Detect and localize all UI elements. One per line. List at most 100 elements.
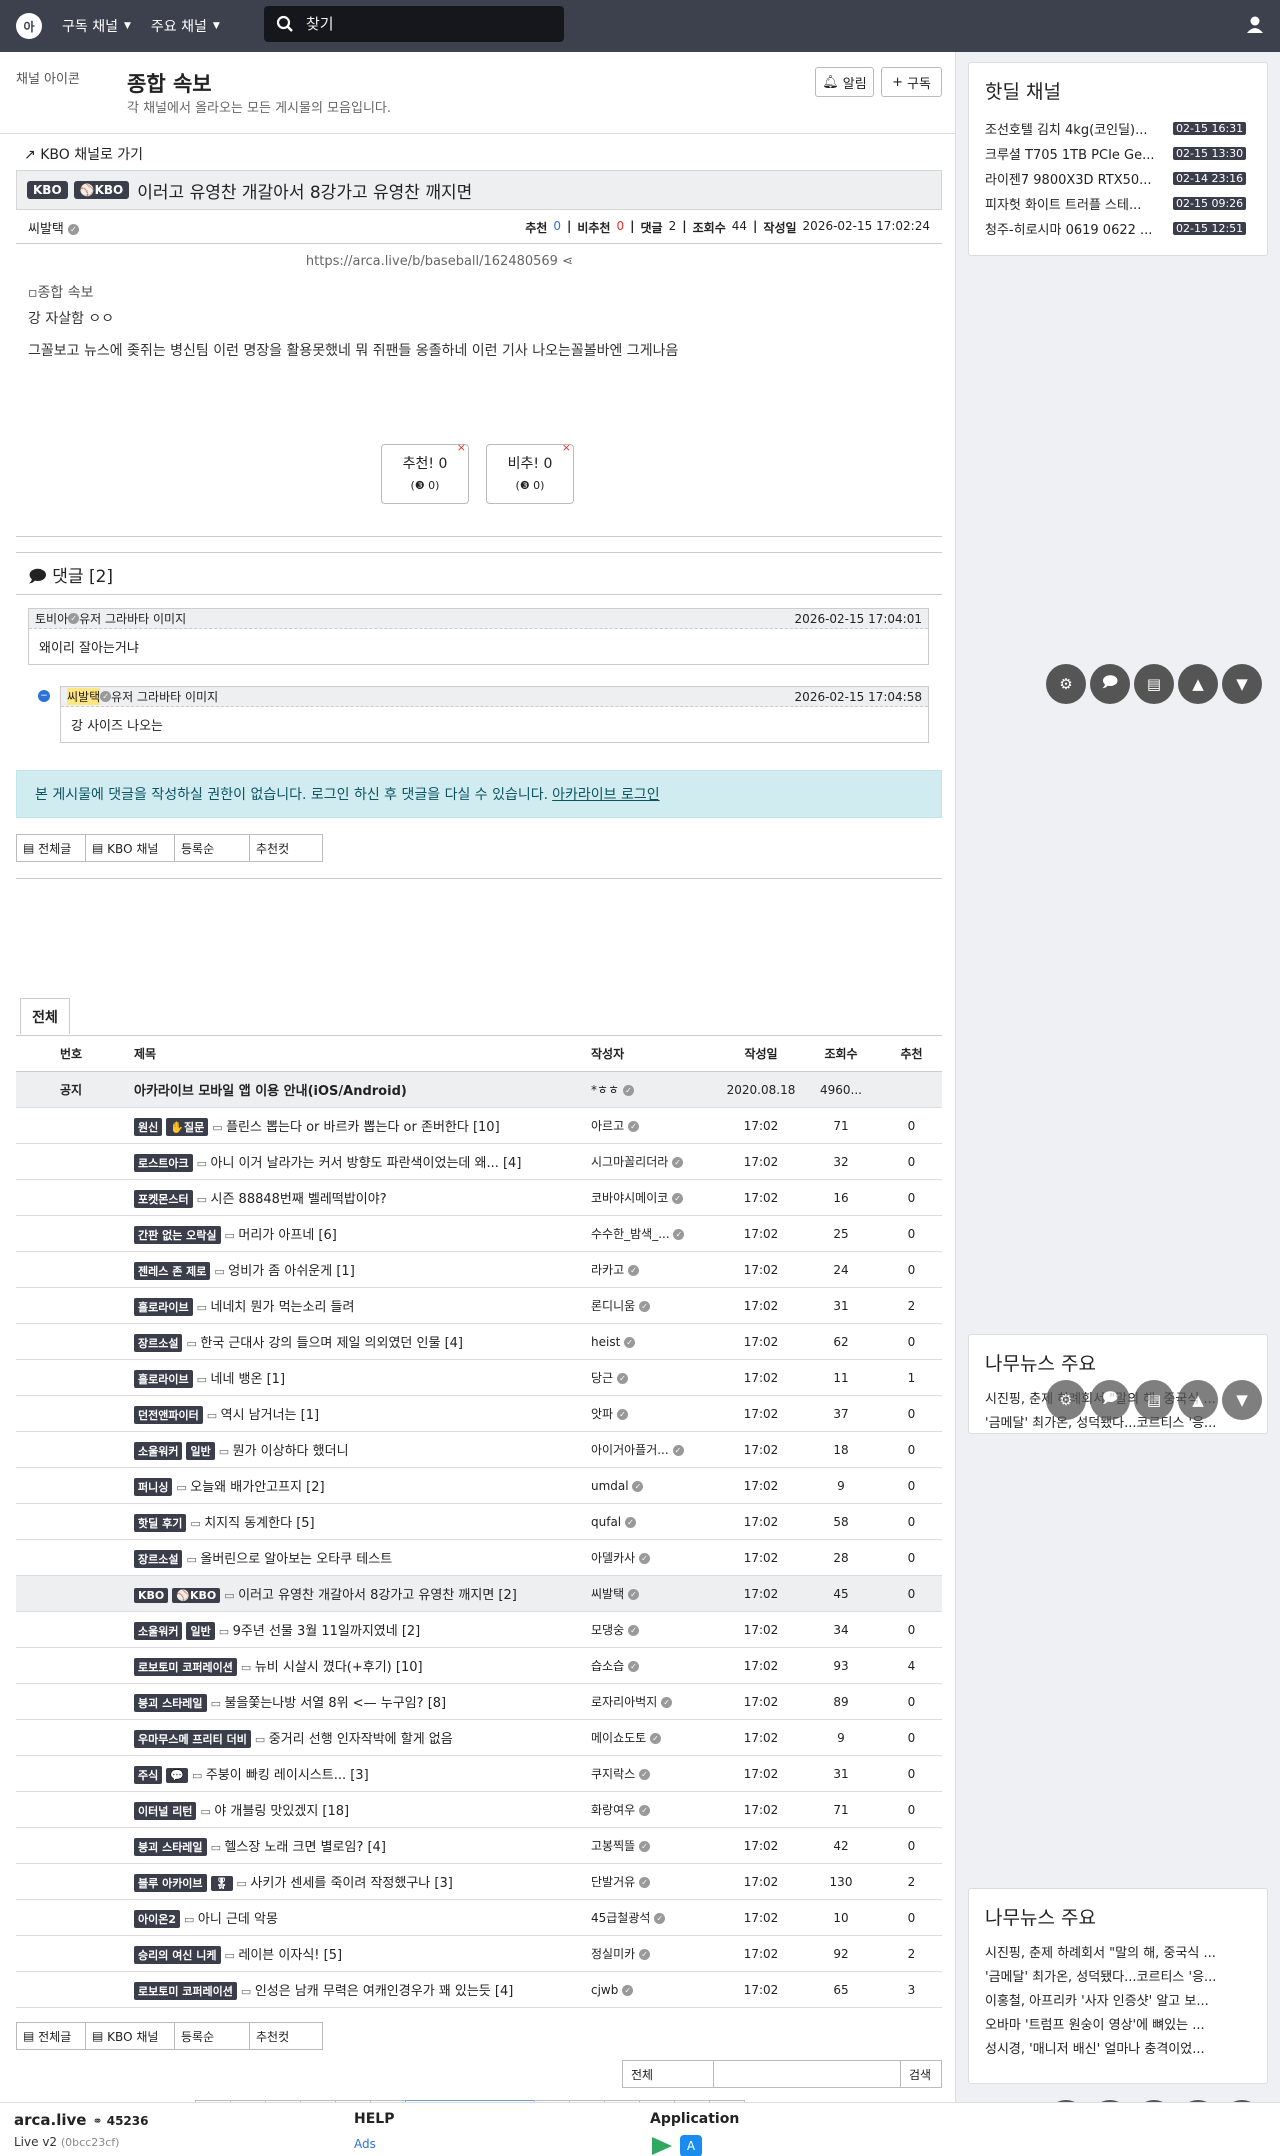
all-posts-button[interactable]: ▤ 전체글 (16, 2022, 86, 2050)
best-cut-button[interactable]: 추천컷 (249, 834, 323, 862)
arrow-up-icon[interactable]: ▲ (1178, 1380, 1218, 1420)
category-chip[interactable]: 붕괴 스타레일 (134, 1837, 207, 1856)
search-icon[interactable] (276, 15, 294, 33)
row-writer[interactable]: 코바야시메이코 ✓ (591, 1179, 721, 1216)
category-chip[interactable]: 젠레스 존 제로 (134, 1261, 211, 1280)
comment-author[interactable]: 토비아 (35, 610, 68, 627)
row-writer[interactable]: 45급철광석 ✓ (591, 1899, 721, 1936)
category-chip[interactable]: 로보토미 코퍼레이션 (134, 1981, 237, 2000)
site-logo[interactable]: 아 (16, 13, 42, 39)
row-writer[interactable]: 모댕숭 ✓ (591, 1611, 721, 1648)
category-chip[interactable]: 아이온2 (134, 1909, 181, 1928)
share-icon[interactable]: ⋖ (562, 254, 573, 269)
order-button[interactable]: 등록순 (174, 834, 250, 862)
row-title[interactable]: 승리의 여신 니케 ▭ 레이븐 이자식! [5] (126, 1935, 591, 1972)
row-writer[interactable]: 화랑여우 ✓ (591, 1791, 721, 1828)
row-title[interactable]: KBO ⚾KBO ▭ 이러고 유영찬 개갈아서 8강가고 유영찬 깨지면 [2] (126, 1575, 591, 1612)
category-chip[interactable]: 포켓몬스터 (134, 1189, 193, 1208)
row-title[interactable]: 홀로라이브 ▭ 네네 뱅온 [1] (126, 1359, 591, 1396)
row-writer[interactable]: 당근 ✓ (591, 1359, 721, 1396)
row-title[interactable]: 홀로라이브 ▭ 네네치 뭔가 먹는소리 들려 (126, 1287, 591, 1324)
row-title[interactable]: 간판 없는 오락실 ▭ 머리가 아프네 [6] (126, 1215, 591, 1252)
alarm-button[interactable]: 🔔︎ 알림 (815, 67, 874, 97)
close-icon[interactable]: × (457, 441, 466, 454)
category-chip[interactable]: 이터널 리턴 (134, 1801, 197, 1820)
article-category-tag[interactable]: ⚾KBO (73, 181, 130, 199)
footer-brand[interactable]: arca.live ⚭ 45236 (14, 2111, 148, 2129)
row-writer[interactable]: 아이거아플거... ✓ (591, 1431, 721, 1468)
article-author[interactable]: 씨발택 ✓ (28, 218, 80, 237)
hotdeal-item[interactable]: 청주-히로시마 0619 0622 ... 02-15 12:51 (969, 216, 1267, 241)
table-row[interactable]: 이터널 리턴 ▭ 야 개블링 맛있겠지 [18] 화랑여우 ✓ 17:02 71 0 (16, 1791, 942, 1828)
category-chip[interactable]: 퍼니싱 (134, 1477, 173, 1496)
category-chip[interactable]: 💬 (166, 1767, 188, 1783)
category-chip[interactable]: 장르소설 (134, 1333, 183, 1352)
category-chip[interactable]: 간판 없는 오락실 (134, 1225, 221, 1244)
table-row[interactable]: 주식 💬 ▭ 주붕이 빠킹 레이시스트... [3] 쿠지락스 ✓ 17:02 31 0 (16, 1755, 942, 1792)
row-title[interactable]: 블루 아카이브 🎖 ▭ 사키가 센세를 죽이려 작정했구나 [3] (126, 1863, 591, 1900)
table-row[interactable]: 승리의 여신 니케 ▭ 레이븐 이자식! [5] 정실미카 ✓ 17:02 92 2 (16, 1935, 942, 1972)
row-title[interactable]: 붕괴 스타레일 ▭ 헬스장 노래 크면 별로임? [4] (126, 1827, 591, 1864)
row-title[interactable]: 소울워커 일반 ▭ 뭔가 이상하다 했더니 (126, 1431, 591, 1468)
category-chip[interactable]: 🎖 (210, 1875, 233, 1891)
category-chip[interactable]: 홀로라이브 (134, 1369, 193, 1388)
category-chip[interactable]: 일반 (186, 1441, 215, 1460)
list-icon[interactable]: ▤ (1134, 664, 1174, 704)
row-writer[interactable]: 씨발택 ✓ (591, 1575, 721, 1612)
table-row[interactable]: 핫딜 후기 ▭ 치지직 동계한다 [5] qufal ✓ 17:02 58 0 (16, 1503, 942, 1540)
comment-icon[interactable]: 🗩 (1090, 1380, 1130, 1420)
row-title[interactable]: 장르소설 ▭ 올버린으로 알아보는 오타쿠 테스트 (126, 1539, 591, 1576)
arrow-up-icon[interactable]: ▲ (1178, 664, 1218, 704)
category-chip[interactable]: 주식 (134, 1765, 163, 1784)
row-title[interactable]: 이터널 리턴 ▭ 야 개블링 맛있겠지 [18] (126, 1791, 591, 1828)
category-chip[interactable]: 우마무스메 프리티 더비 (134, 1729, 251, 1748)
channel-button[interactable]: ▤ KBO 채널 (85, 2022, 175, 2050)
row-writer[interactable]: 라카고 ✓ (591, 1251, 721, 1288)
channel-button[interactable]: ▤ KBO 채널 (85, 834, 175, 862)
table-row[interactable]: 아이온2 ▭ 아니 근데 악몽 45급철광석 ✓ 17:02 10 0 (16, 1899, 942, 1936)
article-url[interactable]: https://arca.live/b/baseball/162480569 ⋖ (306, 254, 573, 269)
list-search-button[interactable]: 검색 (900, 2060, 942, 2088)
row-title[interactable]: 주식 💬 ▭ 주붕이 빠킹 레이시스트... [3] (126, 1755, 591, 1792)
row-title[interactable]: 포켓몬스터 ▭ 시즌 88848번째 벨레떡밥이야? (126, 1179, 591, 1216)
board-title[interactable]: 종합 속보 (127, 68, 212, 98)
table-row[interactable]: KBO ⚾KBO ▭ 이러고 유영찬 개갈아서 8강가고 유영찬 깨지면 [2] 씨발… (16, 1575, 942, 1612)
row-writer[interactable]: 론디니움 ✓ (591, 1287, 721, 1324)
table-row[interactable]: 로보토미 코퍼레이션 ▭ 뉴비 시살시 꼈다(+후기) [10] 습소습 ✓ 17:0… (16, 1647, 942, 1684)
tab-all[interactable]: 전체 (20, 998, 70, 1034)
table-row[interactable]: 홀로라이브 ▭ 네네 뱅온 [1] 당근 ✓ 17:02 11 1 (16, 1359, 942, 1396)
category-chip[interactable]: 블루 아카이브 (134, 1873, 207, 1892)
row-title[interactable]: 던전앤파이터 ▭ 역시 남거너는 [1] (126, 1395, 591, 1432)
row-title[interactable]: 핫딜 후기 ▭ 치지직 동계한다 [5] (126, 1503, 591, 1540)
category-chip[interactable]: 승리의 여신 니케 (134, 1945, 221, 1964)
comment-author[interactable]: 씨발택 (67, 688, 101, 705)
list-search-input[interactable] (713, 2060, 901, 2088)
row-writer[interactable]: 쿠지락스 ✓ (591, 1755, 721, 1792)
upvote-button[interactable]: × 추천! 0 (❸ 0) (381, 441, 469, 504)
row-title[interactable]: 붕괴 스타레일 ▭ 불을쫓는나방 서열 8위 <— 누구임? [8] (126, 1683, 591, 1720)
category-chip[interactable]: 로스트아크 (134, 1153, 193, 1172)
downvote-button[interactable]: × 비추! 0 (❸ 0) (486, 441, 574, 504)
table-row[interactable]: 던전앤파이터 ▭ 역시 남거너는 [1] 앗파 ✓ 17:02 37 0 (16, 1395, 942, 1432)
all-posts-button[interactable]: ▤ 전체글 (16, 834, 86, 862)
play-store-icon[interactable] (652, 2137, 672, 2155)
row-writer[interactable]: 메이쇼도토 ✓ (591, 1719, 721, 1756)
row-title[interactable]: 우마무스메 프리티 더비 ▭ 중거리 선행 인자작박에 할게 없음 (126, 1719, 591, 1756)
row-title[interactable]: 소울워커 일반 ▭ 9주년 선물 3월 11일까지였네 [2] (126, 1611, 591, 1648)
row-writer[interactable]: 습소습 ✓ (591, 1647, 721, 1684)
table-row[interactable]: 블루 아카이브 🎖 ▭ 사키가 센세를 죽이려 작정했구나 [3] 단발거유 ✓ 17:… (16, 1863, 942, 1900)
row-title[interactable]: 장르소설 ▭ 한국 근대사 강의 들으며 제일 의외였던 인물 [4] (126, 1323, 591, 1360)
category-chip[interactable]: 장르소설 (134, 1549, 183, 1568)
best-cut-button[interactable]: 추천컷 (249, 2022, 323, 2050)
login-link[interactable]: 아카라이브 로그인 (552, 784, 660, 804)
hotdeal-item[interactable]: 조선호텔 김치 4kg(코인딜)... 02-15 16:31 (969, 116, 1267, 141)
category-chip[interactable]: 일반 (186, 1621, 215, 1640)
close-icon[interactable]: × (562, 441, 571, 454)
news-item[interactable]: 오바마 '트럼프 원숭이 영상'에 뼈있는 ... (969, 2014, 1259, 2038)
search-scope-select[interactable]: 전체 (622, 2060, 714, 2088)
category-chip[interactable]: ✋질문 (166, 1117, 209, 1136)
gear-icon[interactable]: ⚙ (1046, 1380, 1086, 1420)
row-writer[interactable]: heist ✓ (591, 1323, 721, 1360)
ads-link[interactable]: Ads (354, 2137, 376, 2151)
category-chip[interactable]: 홀로라이브 (134, 1297, 193, 1316)
